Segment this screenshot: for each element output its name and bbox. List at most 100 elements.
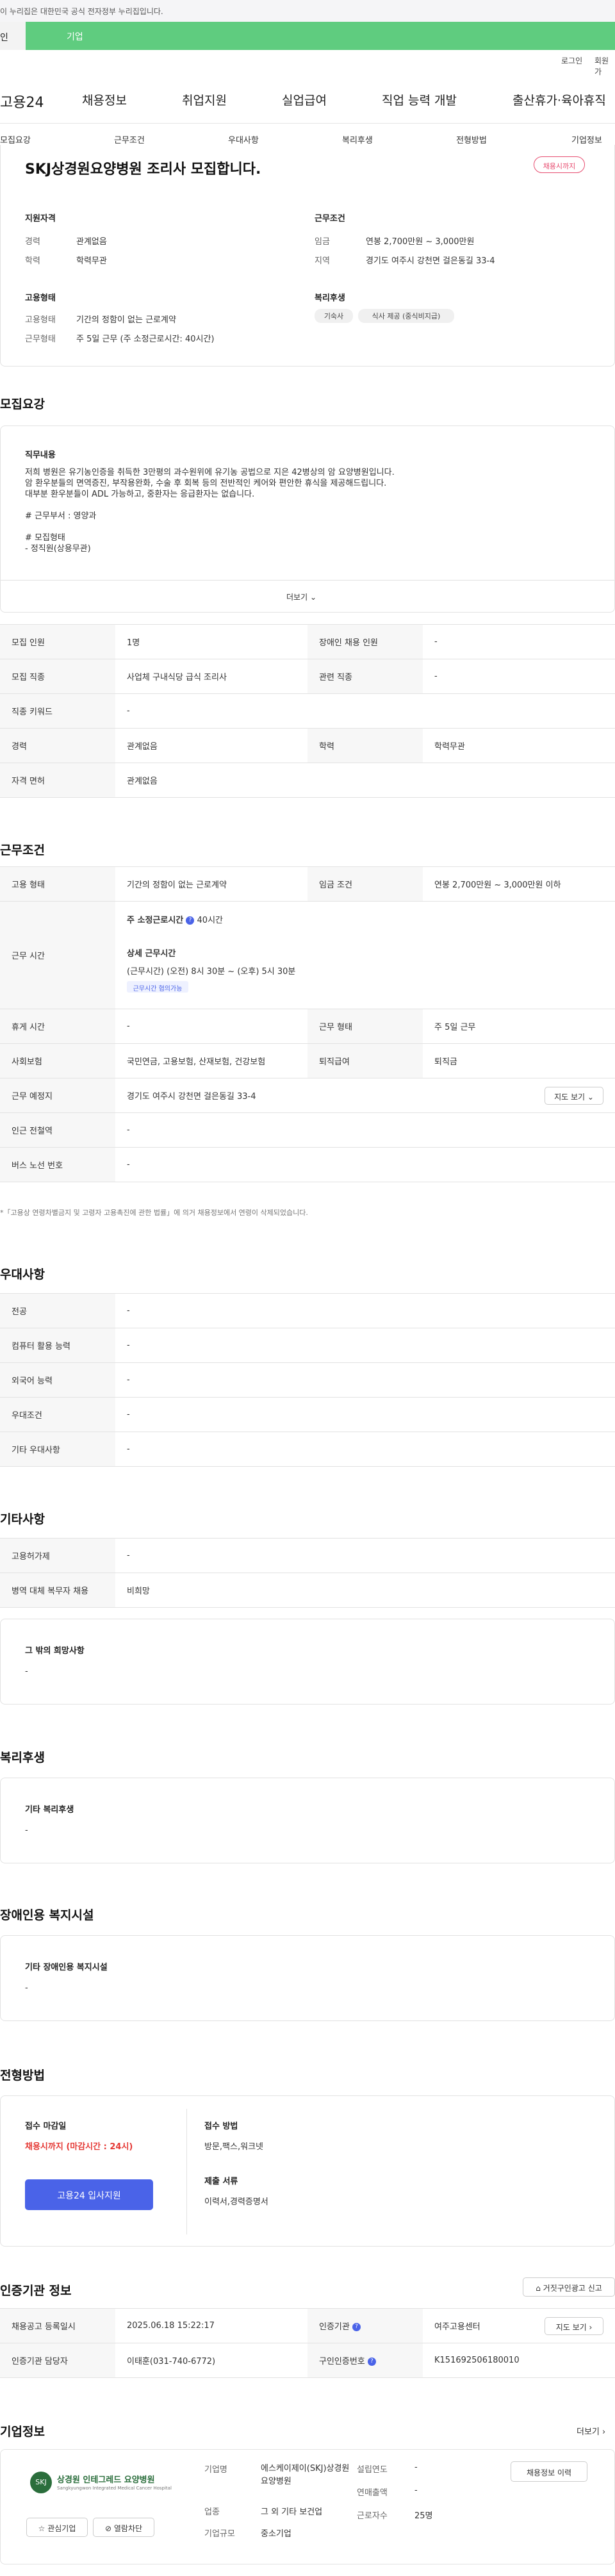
cond-region-label: 지역 (315, 256, 330, 266)
cell-label: 근무 예정지 (0, 1078, 115, 1113)
disability-value: - (25, 1983, 28, 1993)
tab-work[interactable]: 근무조건 (114, 133, 145, 145)
employees-value: 25명 (414, 2511, 433, 2521)
cell-label: 모집 인원 (0, 624, 115, 659)
cell-value: 이태훈(031-740-6772) (115, 2343, 308, 2378)
cell-value: 기간의 정함이 없는 근로계약 (115, 866, 308, 902)
deadline-label: 접수 마감일 (25, 2122, 67, 2131)
false-ad-report-button[interactable]: ⌂ 거짓구인광고 신고 (523, 2277, 615, 2297)
chevron-down-icon: ⌄ (587, 1093, 594, 1102)
cell-value: 사업체 구내식당 급식 조리사 (115, 659, 308, 694)
nav-item-unemployment[interactable]: 실업급여 (282, 91, 327, 108)
cell-label: 임금 조건 (308, 866, 423, 902)
join-link[interactable]: 회원가 (594, 55, 615, 77)
agency-map-button[interactable]: 지도 보기 › (545, 2317, 603, 2335)
cell-value: 국민연금, 고용보험, 산재보험, 건강보험 (115, 1043, 308, 1078)
etc-title: 기타사항 (0, 1512, 45, 1526)
cell-label: 고용 형태 (0, 866, 115, 902)
agency-value: 여주고용센터 (434, 2322, 480, 2332)
map-button[interactable]: 지도 보기 ⌄ (545, 1087, 603, 1105)
cond-region-value: 경기도 여주시 강천면 걸은동길 33-4 (366, 256, 495, 266)
block-icon: ⊘ (104, 2524, 112, 2533)
map-button-label: 지도 보기 (554, 1093, 586, 1102)
table-row: 모집 인원 1명 장애인 채용 인원 - (0, 624, 615, 659)
company-name-label: 기업명 (204, 2465, 227, 2475)
tab-welfare[interactable]: 복리후생 (342, 133, 373, 145)
favorite-label: 관심기업 (47, 2524, 76, 2533)
cell-label: 관련 직종 (308, 659, 423, 694)
more-button[interactable]: 더보기 ⌄ (286, 591, 316, 602)
nav-item-employment-support[interactable]: 취업지원 (182, 91, 227, 108)
cell-label: 병역 대체 복무자 채용 (0, 1573, 115, 1608)
cell-label: 인근 전철역 (0, 1112, 115, 1148)
toggle-company-label: 기업 (67, 32, 83, 42)
toggle-company[interactable]: 기업 (26, 22, 615, 50)
company-name-value: 에스케이제이(SKJ)상경원요양병원 (261, 2464, 350, 2486)
nav-item-jobs[interactable]: 채용정보 (82, 91, 127, 108)
cond-pay-value: 연봉 2,700만원 ~ 3,000만원 (366, 237, 475, 247)
cond-heading: 근무조건 (315, 214, 345, 224)
nav-item-parental-leave[interactable]: 출산휴가·육아휴직 (512, 91, 606, 108)
cell-label: 고용허가제 (0, 1538, 115, 1573)
workplace-cell: 경기도 여주시 강천면 걸은동길 33-4 지도 보기 ⌄ (115, 1078, 615, 1113)
login-link[interactable]: 로그인 (561, 55, 582, 66)
hospital-logo-icon: SKJ (30, 2472, 52, 2493)
apply-button[interactable]: 고용24 입사지원 (25, 2179, 153, 2210)
emp-type-label: 고용형태 (25, 315, 56, 325)
process-title: 전형방법 (0, 2068, 45, 2083)
cell-value: 연봉 2,700만원 ~ 3,000만원 이하 (423, 866, 615, 902)
main-nav: 고용24 채용정보 취업지원 실업급여 직업 능력 개발 출산휴가·육아휴직 (0, 83, 615, 115)
work-table: 고용 형태 기간의 정함이 없는 근로계약 임금 조건 연봉 2,700만원 ~… (0, 866, 615, 1182)
pref-table: 전공 - 컴퓨터 활용 능력 - 외국어 능력 - 우대조건 - 기타 우대사항 - (0, 1293, 615, 1467)
tab-recruit[interactable]: 모집요강 (0, 133, 31, 145)
table-row: 근무 예정지 경기도 여주시 강천면 걸은동길 33-4 지도 보기 ⌄ (0, 1078, 615, 1113)
company-more-link[interactable]: 더보기 › (577, 2425, 605, 2437)
job-title: SKJ상경원요양병원 조리사 모집합니다. (25, 161, 261, 178)
welfare-value: - (25, 1826, 28, 1835)
favorite-company-button[interactable]: ☆ 관심기업 (26, 2518, 88, 2537)
docs-value: 이력서,경력증명서 (204, 2197, 268, 2207)
help-icon[interactable]: ? (367, 2357, 376, 2366)
hours-detail-value: (근무시간) (오전) 8시 30분 ~ (오후) 5시 30분 (127, 967, 296, 977)
table-row: 고용허가제 - (0, 1538, 615, 1573)
cell-value: 1명 (115, 624, 308, 659)
cell-value: 퇴직금 (423, 1043, 615, 1078)
agency-table: 채용공고 등록일시 2025.06.18 15:22:17 인증기관 ? 여주고… (0, 2308, 615, 2378)
cell-label: 외국어 능력 (0, 1362, 115, 1398)
gov-banner-text: 이 누리집은 대한민국 공식 전자정부 누리집입니다. (0, 7, 163, 16)
hiring-history-button[interactable]: 채용정보 이력 (511, 2461, 587, 2482)
tab-pref[interactable]: 우대사항 (228, 133, 259, 145)
cell-value: 관계없음 (115, 728, 308, 763)
help-icon[interactable]: ? (186, 916, 195, 925)
welfare-sub: 기타 복리후생 (25, 1805, 74, 1815)
duty-blank (25, 500, 395, 511)
duty-line: - 정직원(상용무관) (25, 544, 91, 554)
cell-value: - (115, 1397, 615, 1432)
toggle-personal[interactable]: 인 (0, 22, 26, 50)
cell-value: 관계없음 (115, 763, 615, 798)
table-row: 경력 관계없음 학력 학력무관 (0, 728, 615, 763)
help-icon[interactable]: ? (352, 2323, 361, 2331)
table-row: 컴퓨터 활용 능력 - (0, 1328, 615, 1363)
hours-weekly-label: 주 소정근로시간 (127, 916, 184, 925)
emp-form-label: 근무형태 (25, 334, 56, 344)
cell-label: 전공 (0, 1293, 115, 1328)
founded-value: - (414, 2463, 418, 2472)
block-company-button[interactable]: ⊘ 열람차단 (93, 2518, 154, 2537)
cell-label: 채용공고 등록일시 (0, 2308, 115, 2343)
tab-process[interactable]: 전형방법 (456, 133, 487, 145)
cell-value: - (115, 1147, 615, 1182)
agency-cell: 여주고용센터 지도 보기 › (423, 2308, 615, 2343)
table-row: 외국어 능력 - (0, 1362, 615, 1398)
table-row: 근무 시간 주 소정근로시간 ? 40시간 상세 근무시간 (근무시간) (오전… (0, 901, 615, 1009)
cell-label: 컴퓨터 활용 능력 (0, 1328, 115, 1363)
company-title: 기업정보 (0, 2425, 45, 2439)
cell-value: K151692506180010 (423, 2343, 615, 2378)
cell-label: 모집 직종 (0, 659, 115, 694)
pref-title: 우대사항 (0, 1267, 45, 1282)
nav-item-training[interactable]: 직업 능력 개발 (382, 91, 457, 108)
brand-logo[interactable]: 고용24 (0, 91, 44, 111)
tab-company[interactable]: 기업정보 (571, 133, 602, 145)
report-button-label: 거짓구인광고 신고 (543, 2284, 602, 2293)
more-label: 더보기 (286, 593, 308, 602)
